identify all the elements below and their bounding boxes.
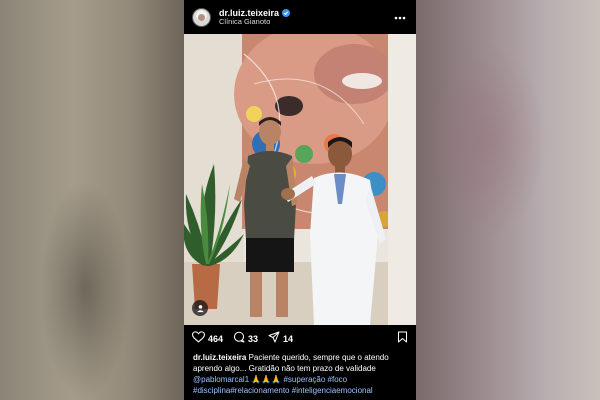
hashtag[interactable]: #disciplina [193,386,230,395]
location[interactable]: Clínica Gianoto [219,17,392,27]
hashtag[interactable]: #relacionamento [230,386,289,395]
like-count: 464 [208,334,224,344]
hashtag[interactable]: #superação [283,375,325,384]
user-tag-icon[interactable] [192,300,208,316]
caption-mention[interactable]: @pablomarcal1 [193,375,249,384]
avatar[interactable] [192,7,211,27]
instagram-post: dr.luiz.teixeira Clínica Gianoto 464 33 … [184,0,416,400]
heart-icon[interactable] [191,330,206,348]
hashtag[interactable]: #foco [328,375,348,384]
action-bar: 464 33 14 [184,328,416,350]
caption-username[interactable]: dr.luiz.teixeira [193,353,246,362]
caption-emoji: 🙏🙏🙏 [249,375,284,384]
share-icon[interactable] [268,330,280,348]
hashtag[interactable]: #inteligenciaemocional [292,386,373,395]
share-action: 14 [268,330,293,348]
comment-action: 33 [233,330,258,348]
bookmark-icon[interactable] [397,330,408,348]
comment-icon[interactable] [233,330,245,348]
comment-count: 33 [248,334,259,344]
header-text: dr.luiz.teixeira Clínica Gianoto [219,8,392,27]
post-caption: dr.luiz.teixeira Paciente querido, sempr… [193,352,409,396]
share-count: 14 [283,334,294,344]
blurred-background-right [416,0,600,400]
blurred-background-left [0,0,184,400]
like-action: 464 [191,330,224,348]
post-photo[interactable] [184,34,416,325]
post-header: dr.luiz.teixeira Clínica Gianoto [184,0,416,34]
verified-icon [282,8,291,17]
more-icon[interactable] [392,10,408,25]
